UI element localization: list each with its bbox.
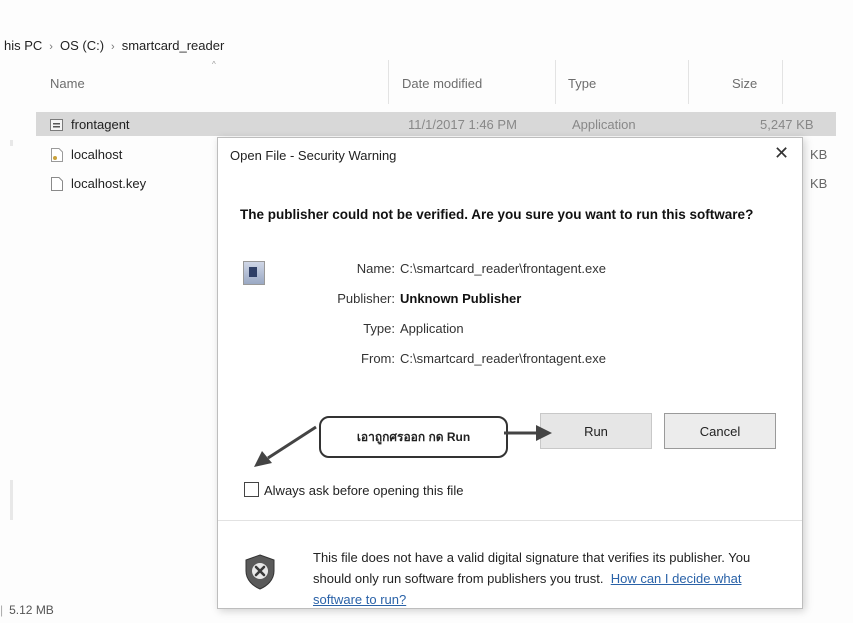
breadcrumb-item-folder[interactable]: smartcard_reader bbox=[122, 38, 225, 53]
blank-file-icon bbox=[50, 177, 63, 191]
cancel-button[interactable]: Cancel bbox=[664, 413, 776, 449]
breadcrumb-separator: › bbox=[49, 41, 53, 53]
security-warning-dialog: Open File - Security Warning ✕ The publi… bbox=[217, 137, 803, 609]
nav-pane-edge bbox=[10, 480, 13, 520]
column-header-size[interactable]: Size bbox=[732, 76, 757, 91]
column-divider[interactable] bbox=[388, 60, 389, 104]
name-label: Name: bbox=[356, 261, 395, 276]
file-date: 11/1/2017 1:46 PM bbox=[408, 117, 517, 132]
type-value: Application bbox=[400, 321, 464, 336]
run-button[interactable]: Run bbox=[540, 413, 652, 449]
application-icon bbox=[243, 261, 265, 285]
dialog-divider bbox=[218, 520, 802, 521]
status-bar-size: | 5.12 MB bbox=[0, 603, 54, 617]
security-shield-icon bbox=[244, 554, 276, 595]
close-icon[interactable]: ✕ bbox=[774, 143, 789, 164]
name-value: C:\smartcard_reader\frontagent.exe bbox=[400, 261, 606, 276]
certificate-file-icon bbox=[50, 148, 63, 162]
file-row-frontagent[interactable]: frontagent bbox=[50, 117, 130, 132]
file-size-partial: KB bbox=[810, 147, 828, 162]
always-ask-option[interactable]: Always ask before opening this file bbox=[244, 482, 463, 498]
warning-heading: The publisher could not be verified. Are… bbox=[240, 207, 754, 222]
breadcrumb-item-this-pc[interactable]: his PC bbox=[4, 38, 42, 53]
signature-warning-text: This file does not have a valid digital … bbox=[313, 547, 783, 610]
always-ask-checkbox[interactable] bbox=[244, 482, 259, 497]
column-divider[interactable] bbox=[782, 60, 783, 104]
file-size: 5,247 KB bbox=[760, 117, 814, 132]
always-ask-label: Always ask before opening this file bbox=[264, 483, 464, 498]
breadcrumb-item-drive[interactable]: OS (C:) bbox=[60, 38, 104, 53]
file-size-partial: KB bbox=[810, 176, 828, 191]
file-row-localhost-key[interactable]: localhost.key bbox=[50, 176, 146, 191]
column-divider[interactable] bbox=[688, 60, 689, 104]
column-header-name[interactable]: Name bbox=[50, 76, 85, 91]
column-header-type[interactable]: Type bbox=[568, 76, 596, 91]
file-name: localhost.key bbox=[71, 176, 147, 191]
publisher-value: Unknown Publisher bbox=[400, 291, 522, 306]
breadcrumb-separator: › bbox=[111, 41, 115, 53]
dialog-title: Open File - Security Warning bbox=[230, 148, 397, 163]
type-label: Type: bbox=[363, 321, 395, 336]
file-name: frontagent bbox=[71, 117, 130, 132]
from-label: From: bbox=[361, 351, 395, 366]
file-name: localhost bbox=[71, 147, 123, 162]
column-header-date-modified[interactable]: Date modified bbox=[402, 76, 482, 91]
publisher-label: Publisher: bbox=[337, 291, 395, 306]
file-row-localhost[interactable]: localhost bbox=[50, 147, 122, 162]
file-type: Application bbox=[572, 117, 636, 132]
sort-caret-icon: ^ bbox=[212, 60, 216, 69]
column-divider[interactable] bbox=[555, 60, 556, 104]
exe-icon bbox=[50, 118, 63, 132]
from-value: C:\smartcard_reader\frontagent.exe bbox=[400, 351, 606, 366]
annotation-callout: เอาถูกศรออก กด Run bbox=[319, 416, 508, 458]
breadcrumb: his PC › OS (C:) › smartcard_reader bbox=[4, 38, 224, 53]
nav-pane-edge bbox=[10, 140, 13, 146]
